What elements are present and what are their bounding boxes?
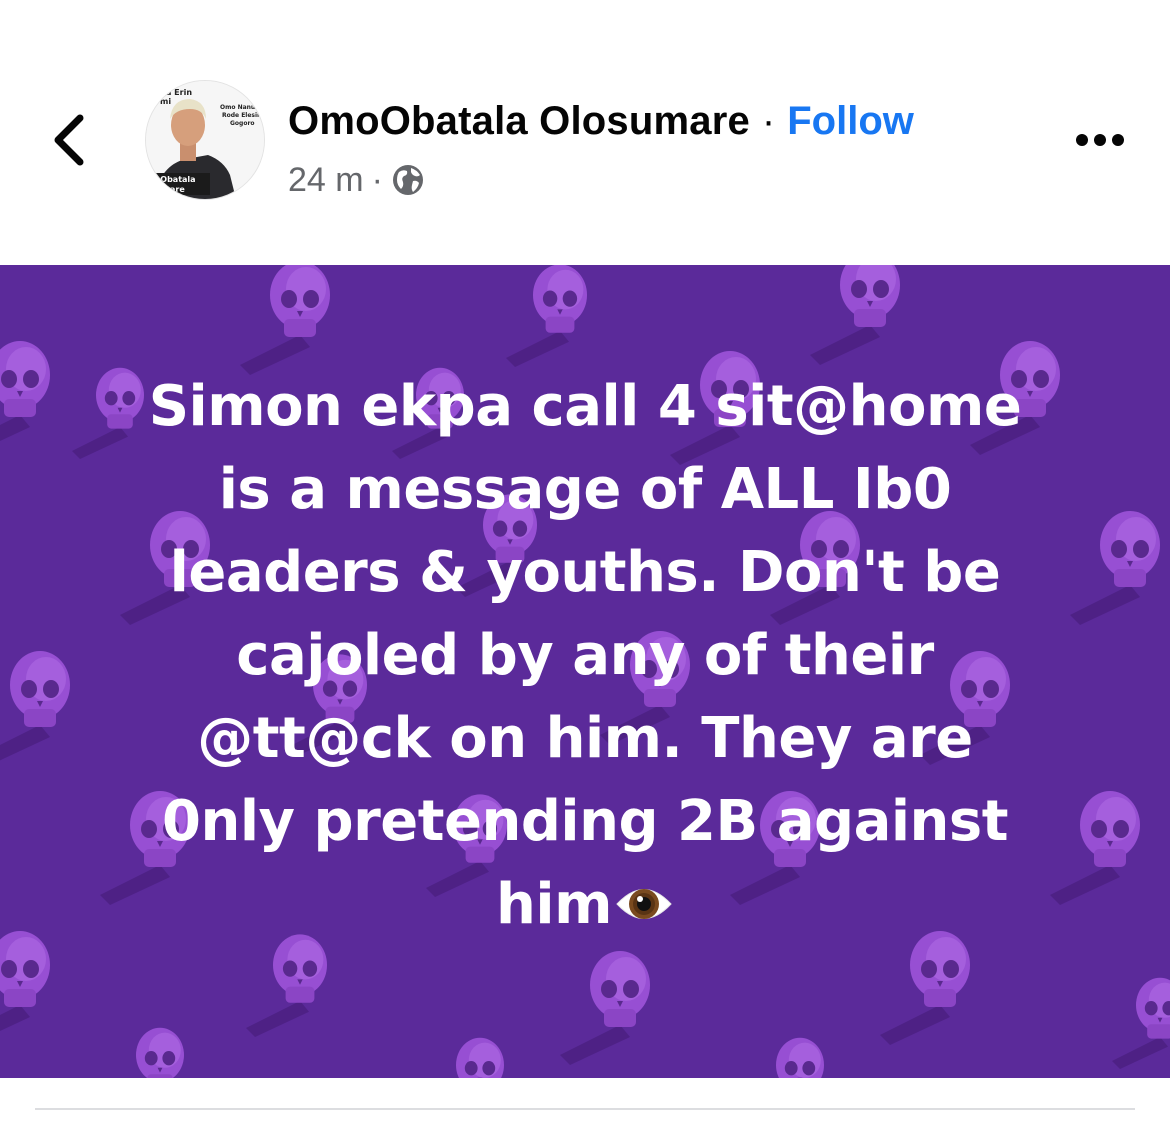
avatar-lettering-7: umare xyxy=(156,185,185,194)
post-meta: 24 m · xyxy=(288,158,425,202)
avatar-lettering-2: mi xyxy=(160,97,171,106)
more-horizontal-icon xyxy=(1076,134,1124,146)
post-text-line-4: cajoled by any of their xyxy=(236,623,934,688)
avatar-image: a Erin mi Omo Nanu Rode Elesin Gogoro o … xyxy=(146,81,264,199)
post-view: a Erin mi Omo Nanu Rode Elesin Gogoro o … xyxy=(0,0,1170,1136)
eye-emoji xyxy=(616,889,672,919)
chevron-left-icon xyxy=(54,114,84,166)
post-image[interactable]: Simon ekpa call 4 sit@home is a message … xyxy=(0,265,1170,1078)
avatar-lettering-5: Gogoro xyxy=(230,120,255,127)
avatar-lettering-6: o Obatala xyxy=(152,175,196,184)
post-text-last-word: him xyxy=(496,872,612,937)
meta-separator: · xyxy=(371,160,383,199)
section-divider xyxy=(35,1108,1135,1110)
post-text-line-3: leaders & youths. Don't be xyxy=(169,540,1001,605)
post-text-line-6: 0nly pretending 2B against xyxy=(161,789,1009,854)
avatar-lettering-4: Rode Elesin xyxy=(222,112,261,119)
post-text-line-1: Simon ekpa call 4 sit@home xyxy=(148,374,1022,439)
more-options-button[interactable] xyxy=(1060,110,1140,170)
globe-icon xyxy=(392,165,423,195)
author-name[interactable]: OmoObatala Olosumare xyxy=(288,99,750,144)
avatar-lettering-1: a Erin xyxy=(166,88,192,97)
author-row: OmoObatala Olosumare · Follow xyxy=(288,95,914,147)
avatar[interactable]: a Erin mi Omo Nanu Rode Elesin Gogoro o … xyxy=(145,80,265,200)
post-timestamp[interactable]: 24 m xyxy=(288,161,364,200)
post-text-line-7: him xyxy=(60,863,1110,946)
separator-dot: · xyxy=(761,98,776,143)
back-button[interactable] xyxy=(40,100,100,180)
post-text-line-5: @tt@ck on him. They are xyxy=(197,706,973,771)
post-text-line-2: is a message of ALL Ib0 xyxy=(218,457,952,522)
post-header: a Erin mi Omo Nanu Rode Elesin Gogoro o … xyxy=(0,0,1170,265)
avatar-lettering-3: Omo Nanu xyxy=(220,104,255,111)
follow-button[interactable]: Follow xyxy=(787,99,914,144)
post-text: Simon ekpa call 4 sit@home is a message … xyxy=(60,365,1110,946)
